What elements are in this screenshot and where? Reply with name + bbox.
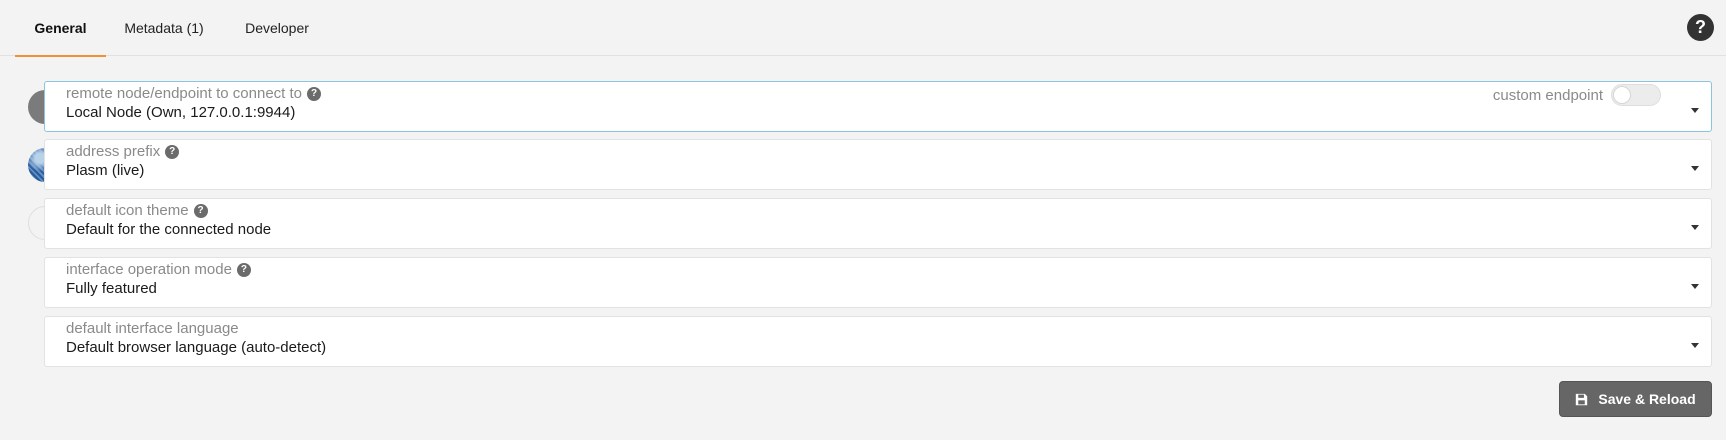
tab-general[interactable]: General	[15, 0, 106, 57]
info-icon[interactable]: ?	[236, 262, 251, 277]
operation-mode-dropdown[interactable]: interface operation mode ? Fully feature…	[44, 257, 1712, 308]
address-prefix-label-text: address prefix	[66, 143, 161, 160]
caret-down-icon	[1691, 343, 1699, 348]
interface-language-label-text: default interface language	[66, 320, 239, 337]
custom-endpoint-toggle-group: custom endpoint	[1493, 84, 1661, 106]
floppy-disk-icon	[1576, 393, 1588, 405]
save-reload-label: Save & Reload	[1598, 391, 1696, 407]
save-reload-button[interactable]: Save & Reload	[1559, 381, 1712, 417]
info-icon[interactable]: ?	[307, 86, 322, 101]
operation-mode-label-text: interface operation mode	[66, 261, 232, 278]
info-icon[interactable]: ?	[193, 203, 208, 218]
remote-node-label-text: remote node/endpoint to connect to	[66, 85, 303, 102]
icon-theme-label: default icon theme ?	[66, 202, 208, 219]
tab-developer[interactable]: Developer	[232, 0, 322, 56]
settings-tabs: General Metadata (1) Developer ?	[0, 0, 1726, 57]
caret-down-icon	[1691, 166, 1699, 171]
tab-metadata[interactable]: Metadata (1)	[114, 0, 214, 56]
icon-theme-label-text: default icon theme	[66, 202, 189, 219]
icon-theme-dropdown[interactable]: default icon theme ? Default for the con…	[44, 198, 1712, 249]
icon-theme-value: Default for the connected node	[66, 221, 272, 238]
custom-endpoint-toggle[interactable]	[1611, 84, 1661, 106]
remote-node-value: Local Node (Own, 127.0.0.1:9944)	[66, 104, 296, 121]
question-circle-icon[interactable]: ?	[1687, 14, 1714, 41]
interface-language-dropdown[interactable]: default interface language Default brows…	[44, 316, 1712, 367]
remote-node-label: remote node/endpoint to connect to ?	[66, 85, 322, 102]
address-prefix-dropdown[interactable]: address prefix ? Plasm (live)	[44, 139, 1712, 190]
caret-down-icon	[1691, 108, 1699, 113]
info-icon[interactable]: ?	[165, 144, 180, 159]
address-prefix-label: address prefix ?	[66, 143, 180, 160]
caret-down-icon	[1691, 284, 1699, 289]
interface-language-label: default interface language	[66, 320, 239, 337]
operation-mode-label: interface operation mode ?	[66, 261, 251, 278]
caret-down-icon	[1691, 225, 1699, 230]
remote-node-dropdown[interactable]: remote node/endpoint to connect to ? Loc…	[44, 81, 1712, 132]
interface-language-value: Default browser language (auto-detect)	[66, 339, 327, 356]
operation-mode-value: Fully featured	[66, 280, 157, 297]
toggle-knob	[1613, 86, 1631, 104]
address-prefix-value: Plasm (live)	[66, 162, 145, 179]
custom-endpoint-label: custom endpoint	[1492, 86, 1603, 104]
